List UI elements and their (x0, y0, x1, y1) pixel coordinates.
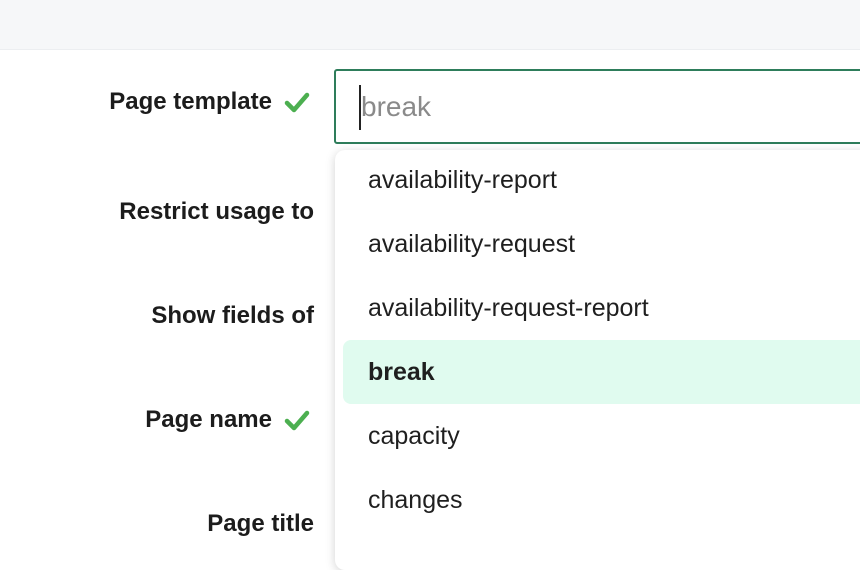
show-fields-label-text: Show fields of (151, 302, 314, 329)
restrict-usage-label-text: Restrict usage to (119, 198, 314, 225)
show-fields-label: Show fields of (151, 302, 314, 330)
dropdown-option[interactable]: capacity (343, 404, 860, 468)
checkmark-icon (284, 89, 310, 115)
page-template-label: Page template (109, 88, 310, 116)
top-bar (0, 0, 860, 50)
page-title-label: Page title (207, 510, 314, 538)
dropdown-option[interactable]: availability-request (343, 212, 860, 276)
page-template-input[interactable] (358, 85, 841, 129)
dropdown-option[interactable]: availability-request-report (343, 276, 860, 340)
restrict-usage-label: Restrict usage to (119, 198, 314, 226)
page-name-label-text: Page name (145, 406, 272, 433)
checkmark-icon (284, 407, 310, 433)
page-title-label-text: Page title (207, 510, 314, 537)
page-template-label-text: Page template (109, 88, 272, 115)
page-template-field[interactable] (334, 69, 860, 144)
dropdown-option-selected[interactable]: break (343, 340, 860, 404)
text-caret (359, 85, 361, 130)
page-name-label: Page name (145, 406, 310, 434)
dropdown-option[interactable]: availability-report (343, 148, 860, 212)
dropdown-option[interactable]: changes (343, 468, 860, 532)
template-dropdown: availability-report availability-request… (335, 150, 860, 570)
